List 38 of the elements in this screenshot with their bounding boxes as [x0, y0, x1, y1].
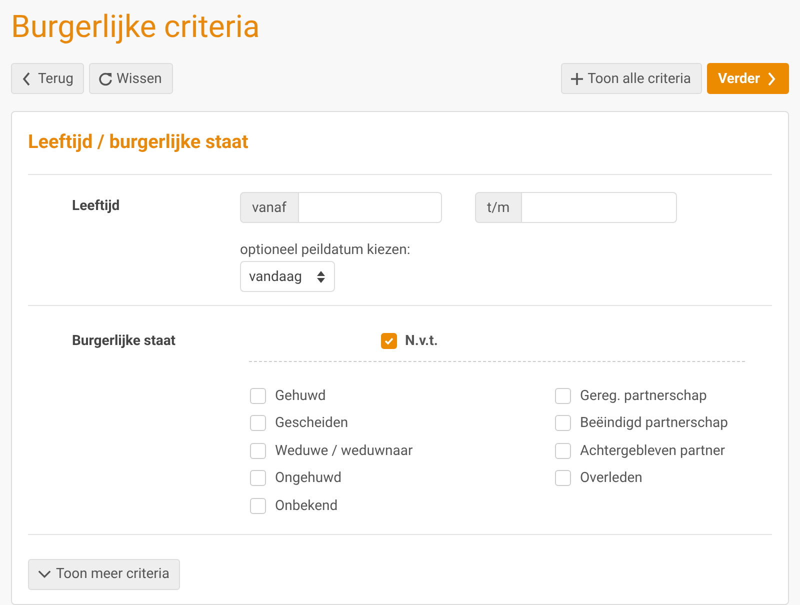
checkbox[interactable]	[250, 442, 266, 459]
checkbox[interactable]	[555, 415, 571, 432]
checkbox-label: Achtergebleven partner	[580, 442, 726, 459]
age-to-field[interactable]	[522, 192, 677, 223]
checkbox-label: Gescheiden	[275, 415, 348, 432]
field-label: Leeftijd	[72, 197, 121, 216]
checkbox[interactable]	[250, 498, 266, 514]
checkbox-label: Weduwe / weduwnaar	[275, 442, 413, 459]
toolbar-button[interactable]: Terug	[11, 63, 84, 94]
toolbar-button[interactable]: Toon alle criteria	[560, 63, 702, 94]
input-addon: vanaf	[240, 192, 299, 223]
card-title: Leeftijd / burgerlijke staat	[28, 112, 772, 175]
age-from-field[interactable]	[298, 192, 442, 223]
checkbox-label: Gehuwd	[275, 388, 326, 404]
show-more-button[interactable]: Toon meer criteria	[28, 558, 180, 590]
checkbox-label: N.v.t.	[405, 333, 438, 349]
checkbox[interactable]	[250, 388, 266, 404]
checkbox[interactable]	[381, 333, 397, 349]
checkbox[interactable]	[250, 470, 266, 486]
sort-arrows-icon	[316, 268, 326, 284]
checkbox-label: Onbekend	[275, 498, 338, 514]
checkbox-label: Beëindigd partnerschap	[580, 415, 728, 432]
page-title: Burgerlijke criteria	[11, 7, 261, 47]
date-select[interactable]: vandaag	[240, 261, 336, 292]
reset-icon	[98, 70, 112, 86]
checkbox-label: Ongehuwd	[275, 470, 342, 486]
checkbox-label: Gereg. partnerschap	[580, 388, 707, 404]
checkbox[interactable]	[555, 470, 571, 486]
input-addon: t/m	[475, 192, 522, 223]
checkbox[interactable]	[250, 415, 266, 432]
checkbox[interactable]	[555, 388, 571, 404]
toolbar-button[interactable]: Wissen	[89, 63, 173, 94]
checkbox-label: Overleden	[580, 470, 642, 486]
checkbox[interactable]	[555, 442, 571, 459]
field-label: Burgerlijke staat	[72, 333, 177, 351]
checkmark-icon	[384, 336, 394, 346]
plus-icon	[570, 70, 584, 86]
date-label: optioneel peildatum kiezen:	[240, 242, 412, 258]
